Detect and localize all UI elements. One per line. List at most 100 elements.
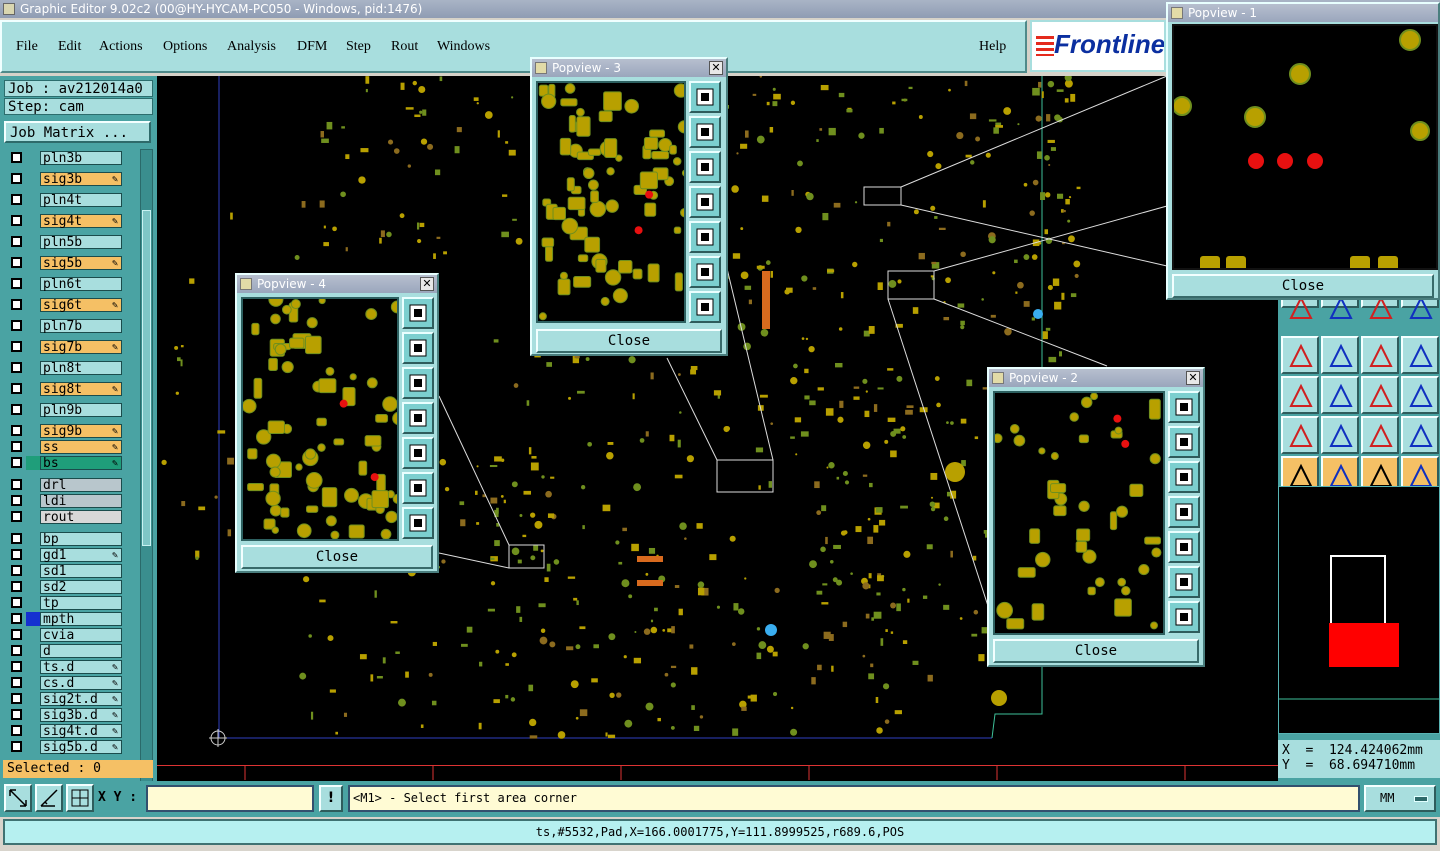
pad[interactable] [493,699,500,704]
pad[interactable] [982,200,986,208]
units-select[interactable]: MM [1364,785,1436,812]
pad[interactable] [493,339,499,343]
pad[interactable] [511,547,520,556]
layer-color-swatch[interactable] [26,456,40,470]
pad[interactable] [1017,567,1036,578]
pad[interactable] [871,617,874,621]
layer-row-sd2[interactable]: sd2 [4,580,138,595]
pad[interactable] [828,127,836,136]
pad[interactable] [759,394,768,398]
pad[interactable] [621,579,630,588]
layer-row-sig4t[interactable]: sig4t ✎ [4,214,138,229]
pad[interactable] [853,396,860,400]
pad[interactable] [770,270,773,278]
layer-row-sig8t[interactable]: sig8t ✎ [4,382,138,397]
pad[interactable] [903,550,911,558]
pad[interactable] [227,457,234,465]
pad[interactable] [890,631,894,634]
layer-color-swatch[interactable] [26,548,40,562]
pad[interactable] [1065,198,1070,205]
layer-color-swatch[interactable] [26,596,40,610]
pad[interactable] [1087,586,1096,596]
pad[interactable] [896,603,901,612]
pad[interactable] [566,646,574,651]
pad[interactable] [612,288,628,304]
pad[interactable] [690,369,697,375]
pad[interactable] [570,680,579,689]
pad[interactable] [330,530,340,539]
layer-color-swatch[interactable] [26,510,40,524]
popview-1-view[interactable] [1172,24,1438,270]
pad[interactable] [631,543,639,552]
layer-color-swatch[interactable] [26,740,40,754]
layer-checkbox[interactable] [11,677,22,688]
pad[interactable] [825,408,834,416]
pad[interactable] [513,383,519,388]
pad[interactable] [306,317,318,329]
pad[interactable] [1003,107,1012,115]
layer-color-swatch[interactable] [26,151,40,165]
pad[interactable] [934,216,938,219]
pad[interactable] [828,462,835,469]
pad[interactable] [1006,618,1025,630]
layer-color-swatch[interactable] [26,644,40,658]
pad[interactable] [1050,147,1056,151]
layer-checkbox[interactable] [11,299,22,310]
pad[interactable] [1048,356,1057,363]
pad[interactable] [1038,81,1042,88]
pad[interactable] [512,218,517,221]
pad[interactable] [801,337,805,340]
pad[interactable] [870,663,874,668]
pad[interactable] [1044,229,1049,235]
pad[interactable] [529,735,538,739]
pad[interactable] [647,263,660,283]
pad[interactable] [1031,603,1045,621]
layer-color-swatch[interactable] [26,340,40,354]
pad[interactable] [1073,260,1081,268]
pad[interactable] [195,556,199,560]
pad[interactable] [862,474,868,477]
pad[interactable] [174,345,179,350]
layer-color-swatch[interactable] [26,676,40,690]
pad[interactable] [390,300,399,314]
triangle-icon[interactable] [1281,416,1319,454]
pad[interactable] [317,443,326,452]
pad[interactable] [1149,453,1161,465]
pad[interactable] [459,501,465,506]
layer-checkbox[interactable] [11,581,22,592]
pad[interactable] [484,111,493,119]
pad[interactable] [969,113,977,120]
pad[interactable] [867,517,871,521]
pad[interactable] [432,641,437,646]
layer-color-swatch[interactable] [26,382,40,396]
pad[interactable] [1151,547,1162,558]
pad[interactable] [756,627,761,631]
pad[interactable] [842,621,848,628]
pad[interactable] [1144,536,1161,545]
pad[interactable] [894,710,902,715]
layer-name[interactable]: sig8t ✎ [40,382,122,397]
pad[interactable] [938,227,946,231]
pad[interactable] [605,732,608,737]
pad[interactable] [981,298,984,301]
pad[interactable] [584,236,601,253]
pad[interactable] [227,529,232,537]
layer-color-swatch[interactable] [26,708,40,722]
pad[interactable] [978,654,985,662]
pad[interactable] [634,631,637,634]
pad[interactable] [405,671,409,678]
pad[interactable] [1074,273,1079,278]
pad[interactable] [511,96,514,99]
pad[interactable] [161,459,167,466]
pad[interactable] [743,342,751,351]
pad[interactable] [790,100,796,105]
pad[interactable] [433,253,436,259]
pad[interactable] [645,572,649,576]
layer-checkbox[interactable] [11,215,22,226]
pad[interactable] [1023,254,1030,260]
pad[interactable] [573,597,578,601]
layer-row-pln7b[interactable]: pln7b [4,319,138,334]
pad[interactable] [375,414,389,423]
pad[interactable] [360,148,369,153]
pad[interactable] [1029,528,1041,544]
